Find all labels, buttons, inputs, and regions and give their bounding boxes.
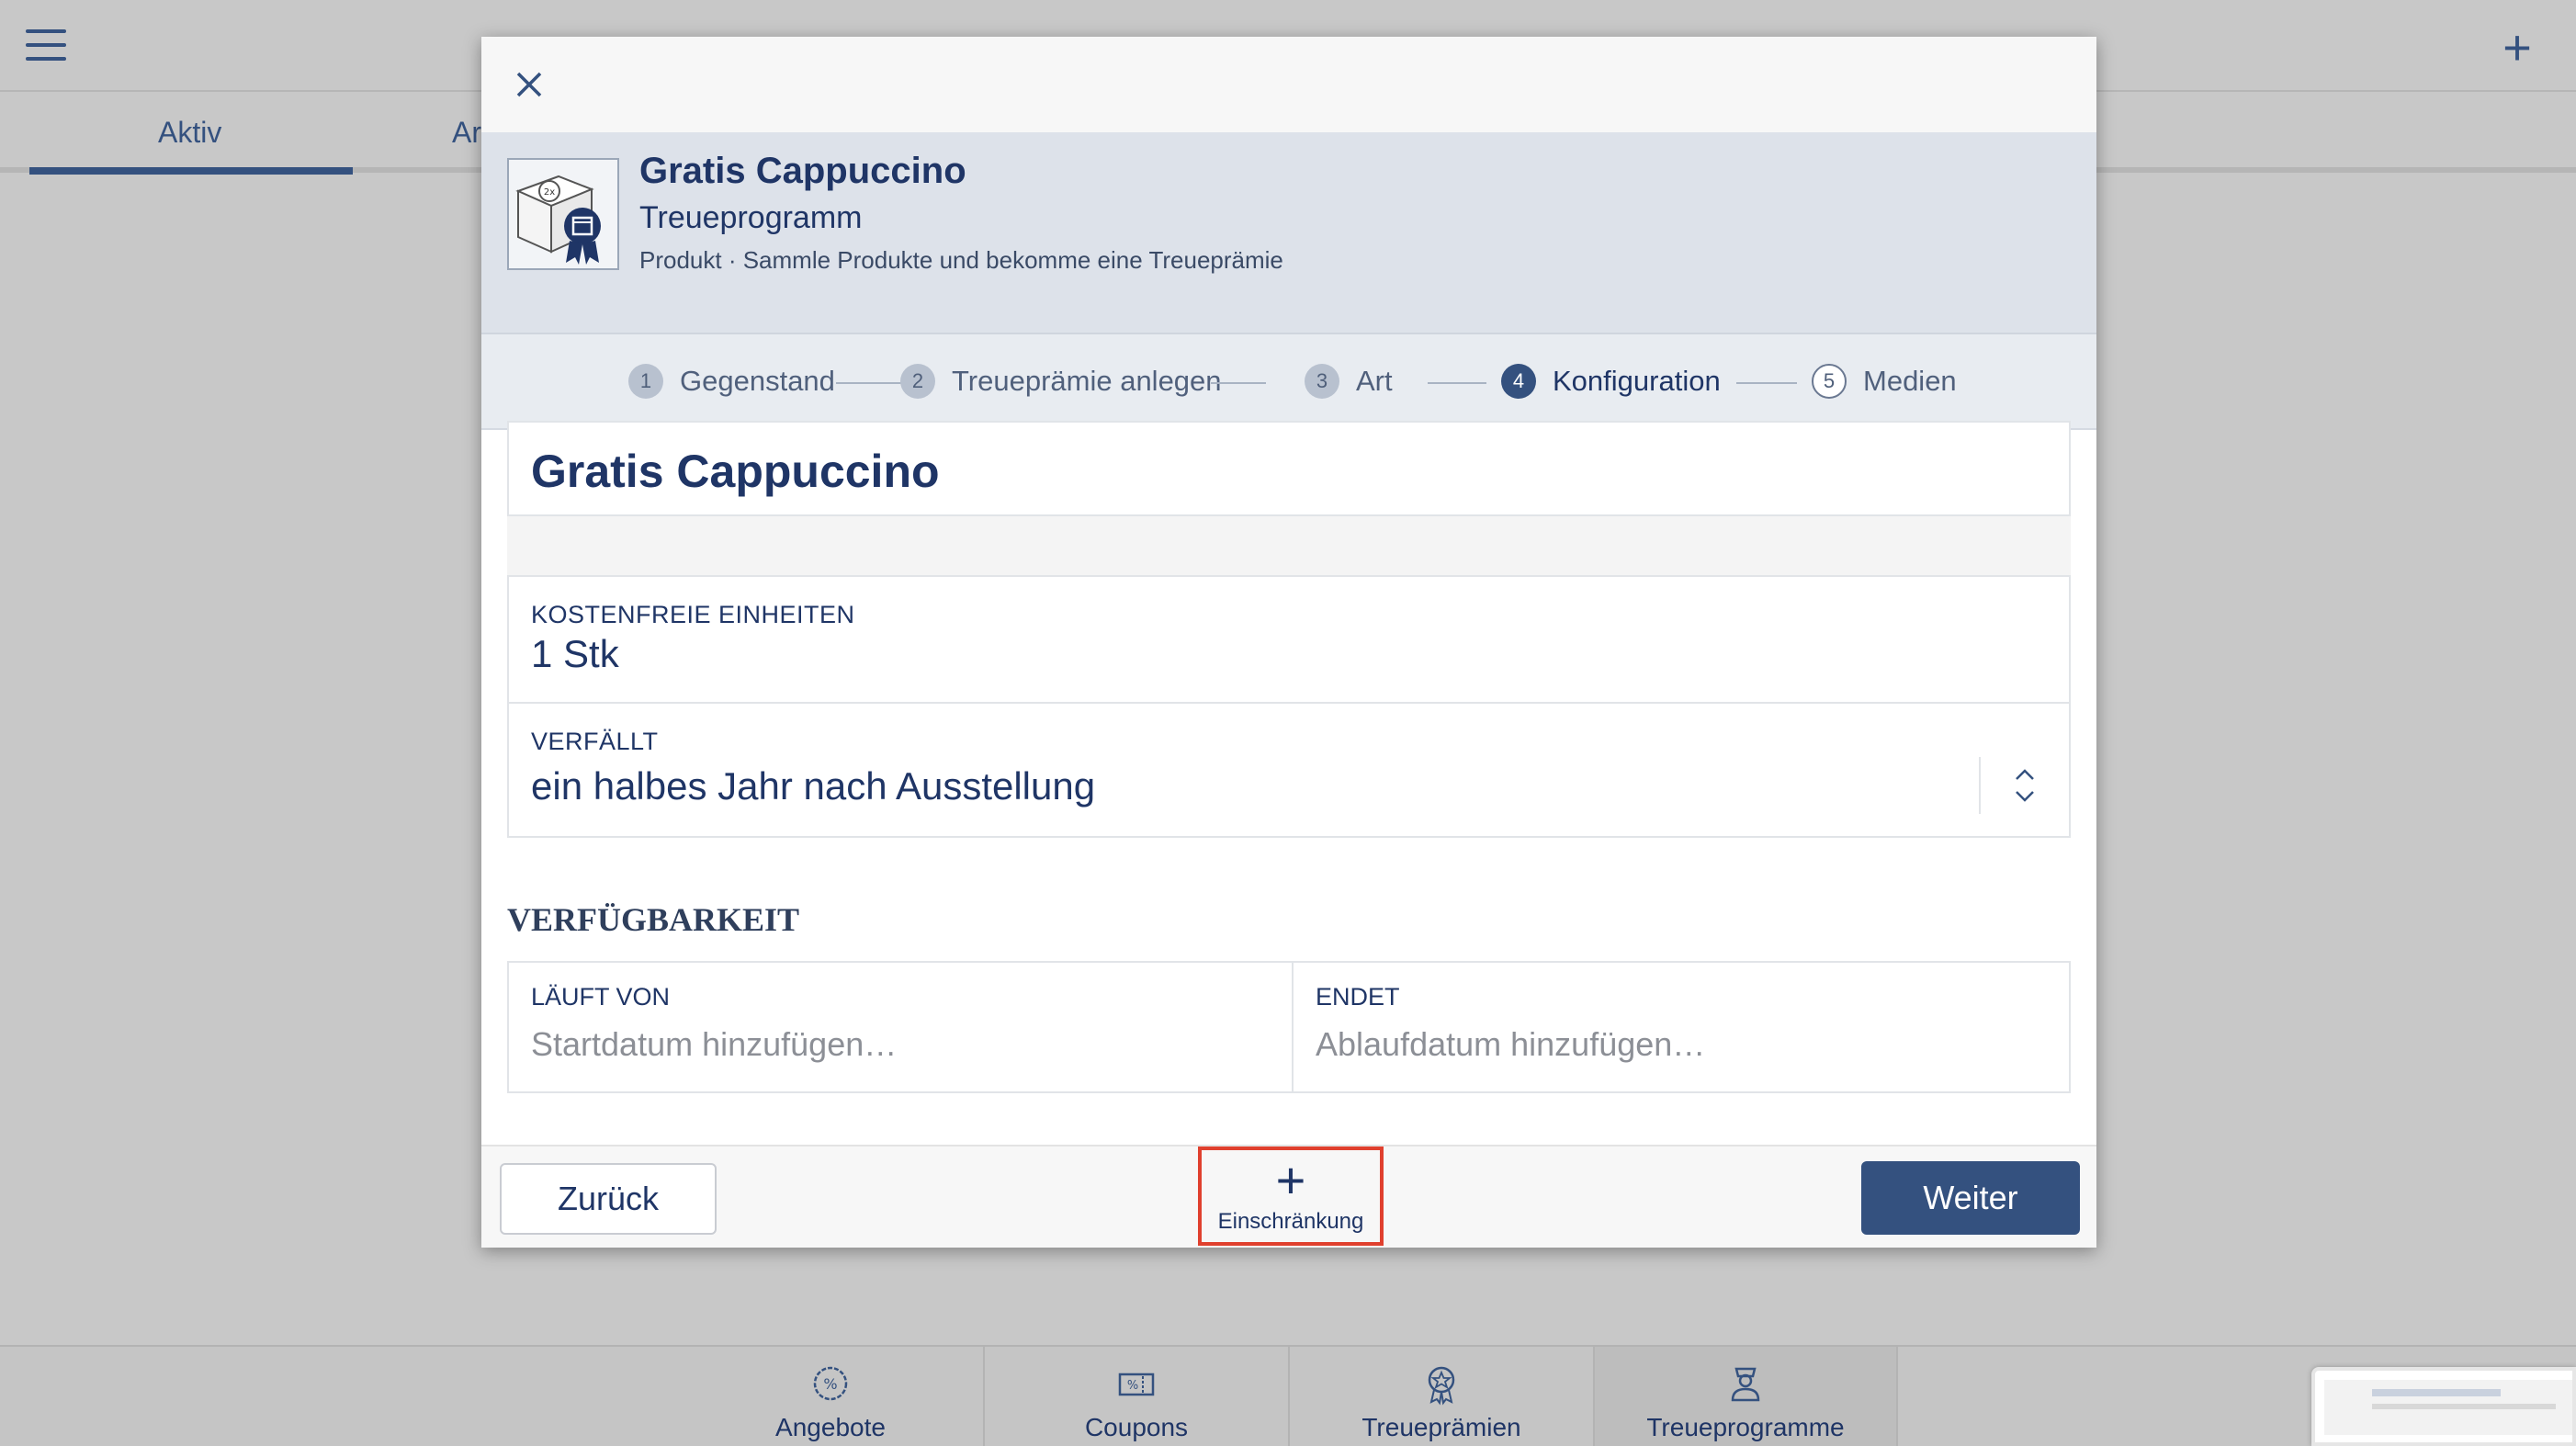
tab-archiv[interactable]: Ar [452, 116, 481, 150]
start-date-placeholder: Startdatum hinzufügen… [531, 1025, 898, 1063]
free-units-field[interactable]: KOSTENFREIE EINHEITEN 1 Stk [507, 575, 2071, 715]
dialog-header: 2x Gratis Cappuccino Treueprogramm Produ… [481, 132, 2096, 334]
tab-aktiv[interactable]: Aktiv [158, 116, 221, 150]
step-gegenstand[interactable]: 1 Gegenstand [628, 364, 835, 399]
loyalty-product-icon: 2x [507, 158, 619, 270]
plus-icon: + [1275, 1151, 1306, 1209]
percent-badge-icon: % [813, 1366, 848, 1401]
close-button[interactable] [500, 55, 559, 114]
expires-select[interactable]: VERFÄLLT ein halbes Jahr nach Ausstellun… [507, 702, 2071, 838]
loyalty-program-icon [1731, 1367, 1760, 1402]
bottom-navigation: % Angebote % Coupons Treueprämien Treuep… [0, 1345, 2576, 1446]
svg-text:%: % [823, 1375, 837, 1393]
dialog-subtitle: Treueprogramm [639, 200, 863, 235]
end-date-placeholder: Ablaufdatum hinzufügen… [1316, 1025, 1706, 1063]
step-connector [1736, 382, 1797, 384]
step-connector [1211, 382, 1266, 384]
menu-icon[interactable] [26, 29, 66, 62]
program-name-field[interactable]: Gratis Cappuccino [507, 421, 2071, 516]
chevron-down-icon [2016, 791, 2034, 802]
availability-fields: LÄUFT VON Startdatum hinzufügen… ENDET A… [507, 961, 2071, 1093]
dialog-title: Gratis Cappuccino [639, 151, 966, 191]
add-restriction-button[interactable]: + Einschränkung [1198, 1147, 1384, 1246]
chevron-up-icon [2016, 769, 2034, 780]
nav-treuepraemien[interactable]: Treueprämien [1290, 1347, 1595, 1446]
dialog-description: Produkt · Sammle Produkte und bekomme ei… [639, 246, 1283, 274]
step-art[interactable]: 3 Art [1305, 364, 1393, 399]
close-icon [516, 72, 542, 97]
step-medien[interactable]: 5 Medien [1812, 364, 1957, 399]
availability-heading: VERFÜGBARKEIT [507, 901, 800, 938]
coupon-icon: % [1118, 1373, 1155, 1396]
loyalty-program-dialog: 2x Gratis Cappuccino Treueprogramm Produ… [481, 37, 2096, 1248]
nav-angebote[interactable]: % Angebote [678, 1347, 985, 1446]
start-date-field[interactable]: LÄUFT VON Startdatum hinzufügen… [509, 963, 1292, 1091]
step-konfiguration[interactable]: 4 Konfiguration [1501, 364, 1721, 399]
back-button[interactable]: Zurück [500, 1163, 717, 1235]
dialog-footer: Zurück + Einschränkung Weiter [481, 1145, 2096, 1248]
end-date-field[interactable]: ENDET Ablaufdatum hinzufügen… [1294, 963, 2071, 1091]
dialog-top-bar [481, 37, 2096, 132]
wizard-stepper: 1 Gegenstand 2 Treueprämie anlegen 3 Art 4K… [481, 334, 2096, 430]
preview-thumbnail[interactable] [2311, 1367, 2576, 1446]
step-connector [836, 382, 902, 384]
active-tab-indicator [29, 167, 353, 175]
add-icon[interactable]: + [2491, 22, 2543, 73]
next-button[interactable]: Weiter [1861, 1161, 2080, 1235]
nav-treueprogramme[interactable]: Treueprogramme [1595, 1347, 1898, 1446]
svg-text:%: % [1127, 1379, 1138, 1393]
free-units-value: 1 Stk [531, 632, 619, 675]
step-connector [1428, 382, 1486, 384]
nav-coupons[interactable]: % Coupons [985, 1347, 1290, 1446]
expires-value: ein halbes Jahr nach Ausstellung [531, 764, 1096, 808]
step-treuepraemie[interactable]: 2 Treueprämie anlegen [900, 364, 1222, 399]
svg-text:2x: 2x [544, 187, 555, 198]
select-stepper[interactable] [1979, 757, 2069, 814]
award-icon [1428, 1366, 1455, 1406]
